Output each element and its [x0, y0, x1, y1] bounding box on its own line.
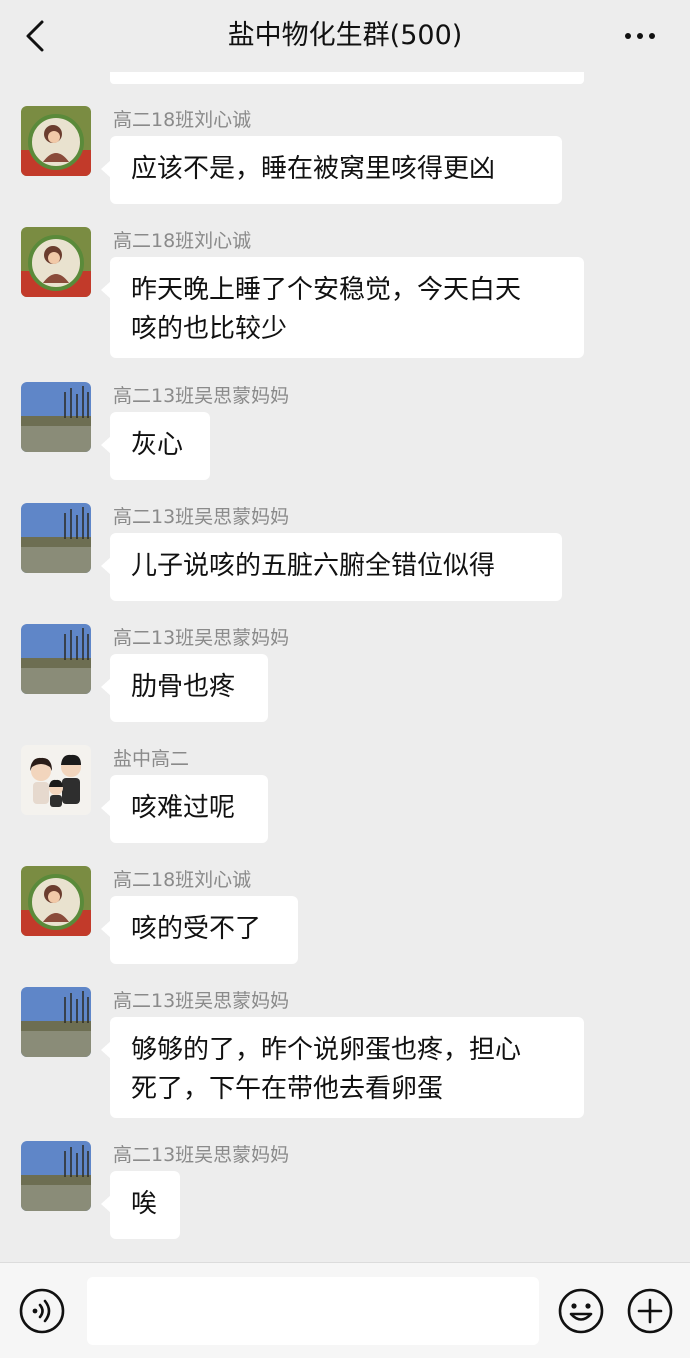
message-bubble[interactable]: 咳的受不了: [101, 896, 298, 964]
sender-name: 高二13班吴思蒙妈妈: [113, 1144, 290, 1166]
sender-name: 高二13班吴思蒙妈妈: [113, 990, 290, 1012]
sender-name: 高二13班吴思蒙妈妈: [113, 385, 290, 407]
lake-landscape-avatar[interactable]: [21, 1141, 91, 1211]
sender-name: 盐中高二: [113, 748, 190, 770]
message-bubble[interactable]: 灰心: [101, 412, 210, 480]
message-text: 肋骨也疼: [131, 672, 236, 702]
sender-name: 高二18班刘心诚: [113, 109, 252, 131]
message-text: 够够的了，昨个说卵蛋也疼，担心: [131, 1035, 522, 1065]
message-text: 咳难过呢: [131, 793, 236, 823]
message-bubble[interactable]: 昨天晚上睡了个安稳觉，今天白天 咳的也比较少: [101, 257, 584, 358]
message-text: 灰心: [131, 430, 184, 460]
message-input[interactable]: [87, 1277, 539, 1345]
message-list[interactable]: 高二18班刘心诚 应该不是，睡在被窝里咳得更凶 高二18班刘心诚 昨天晚上睡了个…: [0, 0, 690, 1260]
message-bubble[interactable]: 儿子说咳的五脏六腑全错位似得: [101, 533, 562, 601]
emoji-icon: [558, 1288, 604, 1334]
lake-landscape-avatar[interactable]: [21, 624, 91, 694]
cartoon-family-avatar[interactable]: [21, 745, 91, 815]
sender-name: 高二13班吴思蒙妈妈: [113, 506, 290, 528]
message-text: 唉: [131, 1189, 158, 1219]
input-bar: [0, 1262, 690, 1358]
message-text: 咳的也比较少: [131, 314, 288, 344]
message-text: 昨天晚上睡了个安稳觉，今天白天: [131, 275, 522, 305]
plus-button[interactable]: [626, 1287, 674, 1335]
message-bubble[interactable]: 咳难过呢: [101, 775, 268, 843]
message-bubble[interactable]: 唉: [101, 1171, 180, 1239]
sender-name: 高二18班刘心诚: [113, 230, 252, 252]
message-bubble[interactable]: 应该不是，睡在被窝里咳得更凶: [101, 136, 562, 204]
voice-button[interactable]: [18, 1287, 66, 1335]
lake-landscape-avatar[interactable]: [21, 503, 91, 573]
plus-icon: [627, 1288, 673, 1334]
message-text: 应该不是，睡在被窝里咳得更凶: [131, 154, 496, 184]
message-text: 咳的受不了: [131, 914, 262, 944]
emoji-button[interactable]: [557, 1287, 605, 1335]
message-bubble[interactable]: 够够的了，昨个说卵蛋也疼，担心 死了，下午在带他去看卵蛋: [101, 1017, 584, 1118]
message-bubble[interactable]: 肋骨也疼: [101, 654, 268, 722]
portrait-avatar[interactable]: [21, 866, 91, 936]
sender-name: 高二13班吴思蒙妈妈: [113, 627, 290, 649]
voice-icon: [19, 1288, 65, 1334]
lake-landscape-avatar[interactable]: [21, 382, 91, 452]
lake-landscape-avatar[interactable]: [21, 987, 91, 1057]
sender-name: 高二18班刘心诚: [113, 869, 252, 891]
message-text: 儿子说咳的五脏六腑全错位似得: [131, 551, 496, 581]
portrait-avatar[interactable]: [21, 106, 91, 176]
portrait-avatar[interactable]: [21, 227, 91, 297]
message-text: 死了，下午在带他去看卵蛋: [131, 1074, 444, 1104]
